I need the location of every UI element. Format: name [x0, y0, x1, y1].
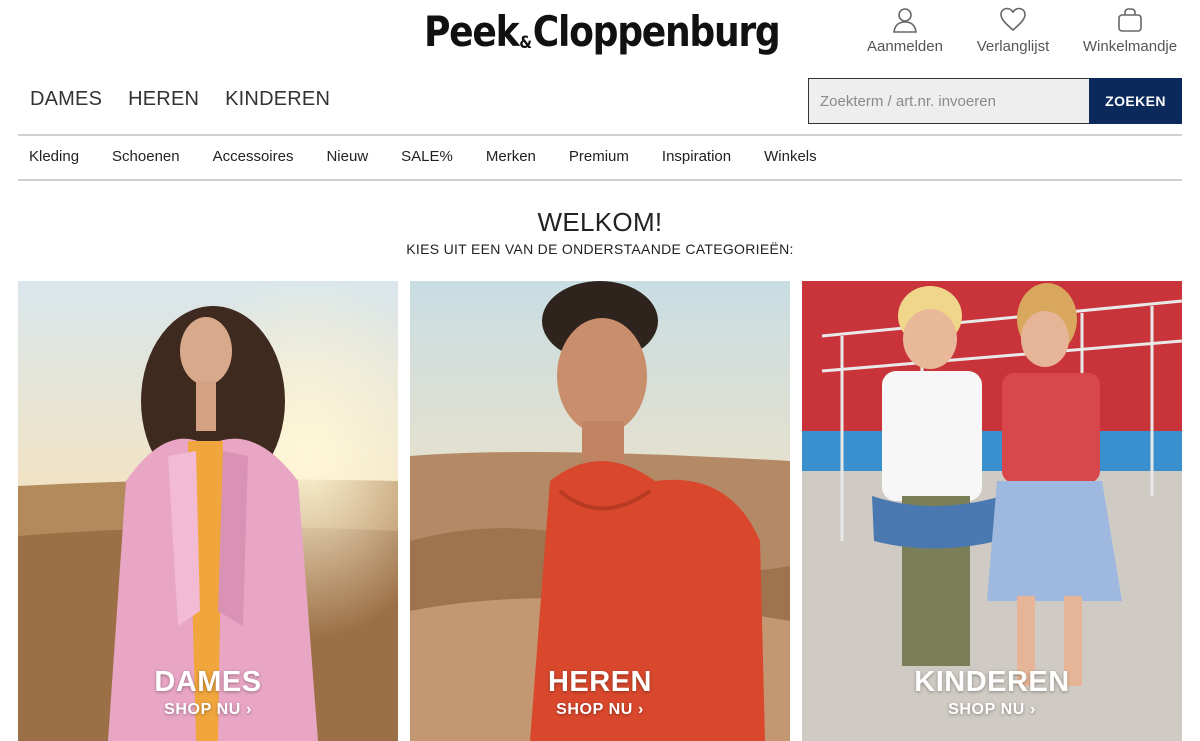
search-bar: ZOEKEN [808, 78, 1182, 124]
logo-right: Cloppenburg [532, 7, 781, 56]
category-card-heren[interactable]: HEREN SHOP NU › [410, 281, 790, 741]
category-title-dames: DAMES [154, 666, 262, 698]
category-card-dames[interactable]: DAMES SHOP NU › [18, 281, 398, 741]
site-header: Peek&Cloppenburg Aanmelden Verlanglijst … [0, 0, 1200, 70]
category-title-heren: HEREN [547, 666, 652, 698]
logo-ampersand: & [519, 33, 532, 53]
sub-nav-merken[interactable]: Merken [486, 148, 536, 165]
sub-nav-schoenen[interactable]: Schoenen [112, 148, 180, 165]
category-shop-link-kinderen[interactable]: SHOP NU › [802, 701, 1182, 719]
category-shop-link-dames[interactable]: SHOP NU › [18, 701, 398, 719]
sub-nav: Kleding Schoenen Accessoires Nieuw SALE%… [29, 148, 850, 165]
account-link[interactable]: Aanmelden [864, 6, 946, 55]
main-nav-dames[interactable]: DAMES [30, 88, 102, 111]
heart-icon [1000, 7, 1026, 32]
wishlist-link[interactable]: Verlanglijst [972, 6, 1054, 55]
cart-link[interactable]: Winkelmandje [1078, 6, 1182, 55]
search-input[interactable] [808, 78, 1089, 124]
wishlist-label: Verlanglijst [976, 38, 1050, 55]
site-logo[interactable]: Peek&Cloppenburg [424, 4, 781, 60]
search-button[interactable]: ZOEKEN [1089, 78, 1182, 124]
logo-left: Peek [424, 7, 520, 56]
category-shop-link-heren[interactable]: SHOP NU › [410, 701, 790, 719]
sub-nav-sale[interactable]: SALE% [401, 148, 453, 165]
sub-nav-accessoires[interactable]: Accessoires [213, 148, 294, 165]
sub-nav-nieuw[interactable]: Nieuw [326, 148, 368, 165]
user-icon [893, 8, 917, 33]
cart-label: Winkelmandje [1082, 38, 1178, 55]
welcome-subtitle: KIES UIT EEN VAN DE ONDERSTAANDE CATEGOR… [406, 241, 794, 257]
nav-divider-bottom [18, 179, 1182, 181]
sub-nav-winkels[interactable]: Winkels [764, 148, 817, 165]
bag-icon [1118, 8, 1142, 32]
sub-nav-inspiration[interactable]: Inspiration [662, 148, 731, 165]
welcome-title: WELKOM! [537, 207, 663, 237]
account-label: Aanmelden [867, 38, 943, 55]
category-card-kinderen[interactable]: KINDEREN SHOP NU › [802, 281, 1182, 741]
sub-nav-kleding[interactable]: Kleding [29, 148, 79, 165]
nav-divider-top [18, 134, 1182, 136]
sub-nav-premium[interactable]: Premium [569, 148, 629, 165]
main-nav: DAMES HEREN KINDEREN [30, 88, 330, 111]
category-title-kinderen: KINDEREN [914, 666, 1070, 698]
main-nav-heren[interactable]: HEREN [128, 88, 199, 111]
main-nav-kinderen[interactable]: KINDEREN [225, 88, 330, 111]
